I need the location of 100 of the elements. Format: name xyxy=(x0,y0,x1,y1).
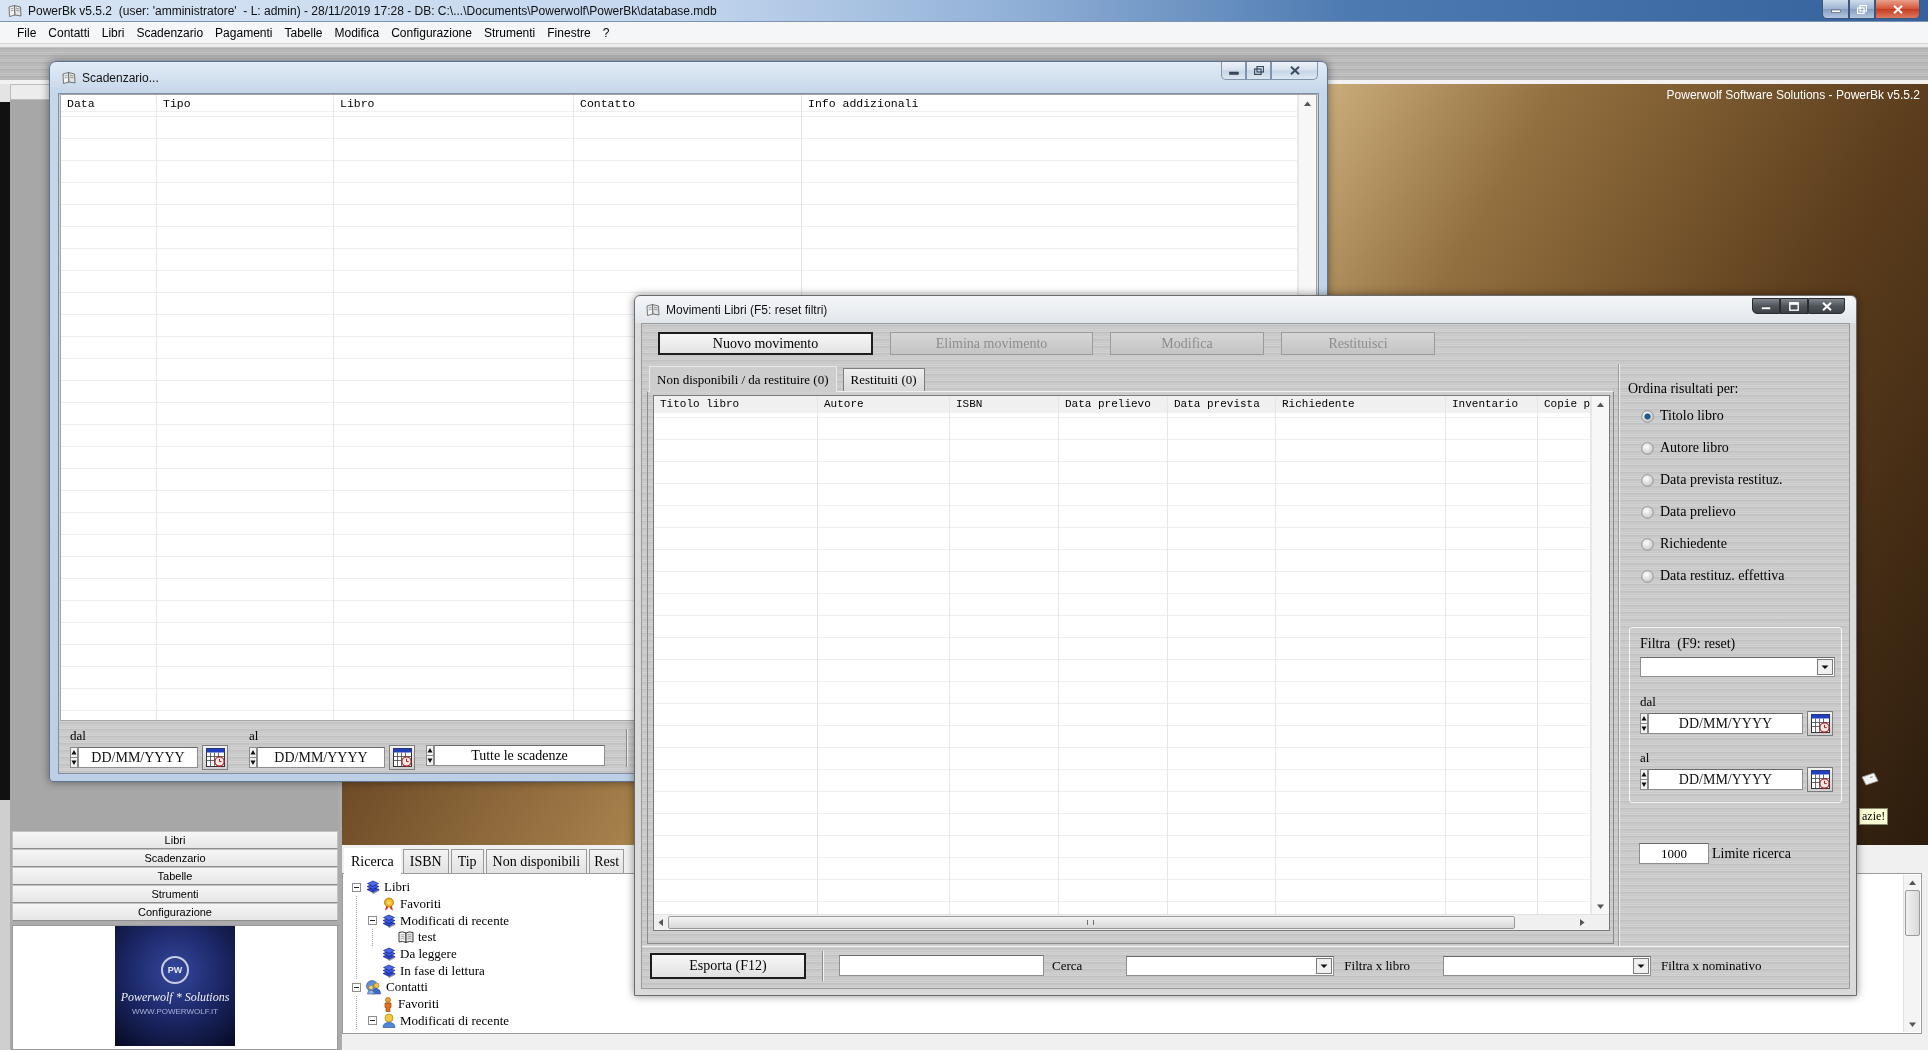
column-header[interactable]: Richiedente xyxy=(1276,396,1445,413)
collapse-icon[interactable] xyxy=(352,882,361,892)
field-label: al xyxy=(1640,751,1650,765)
date-field[interactable]: DD/MM/YYYY xyxy=(257,747,385,768)
sidebar-button[interactable]: Scadenzario xyxy=(12,849,338,867)
window-title: Scadenzario... xyxy=(82,70,159,85)
tree-item[interactable]: Favoriti xyxy=(400,896,442,913)
radio-icon[interactable] xyxy=(1641,409,1654,423)
radio-icon[interactable] xyxy=(1641,569,1654,583)
calendar-icon xyxy=(1810,770,1830,789)
field-label: Filtra x libro xyxy=(1344,957,1411,974)
books-icon xyxy=(366,880,380,895)
sidebar-button[interactable]: Strumenti xyxy=(12,885,338,903)
close-icon xyxy=(1821,301,1832,311)
column-header[interactable]: Inventario xyxy=(1446,396,1537,413)
menu-item[interactable]: Configurazione xyxy=(385,23,478,42)
collapse-icon[interactable] xyxy=(352,982,361,992)
window-title: PowerBk v5.5.2 (user: 'amministratore' - L: admin) - 28/11/2019 17:28 - DB: C:\...\Documents\Powerwolf\PowerBk\database.mdb xyxy=(28,3,717,18)
tree-item[interactable]: Da leggere xyxy=(400,946,457,963)
date-field[interactable]: DD/MM/YYYY xyxy=(78,747,198,768)
date-field[interactable]: DD/MM/YYYY xyxy=(1648,769,1803,790)
sidebar-button[interactable]: Libri xyxy=(12,831,338,849)
close-button[interactable] xyxy=(1808,298,1845,314)
tab[interactable]: Non disponibili / da restituire (0) xyxy=(649,366,837,392)
field-label: dal xyxy=(1640,695,1656,709)
spin-button[interactable] xyxy=(1640,769,1648,790)
tree-item[interactable]: Favoriti xyxy=(398,996,440,1013)
export-button[interactable]: Esporta (F12) xyxy=(650,952,806,979)
spin-button[interactable] xyxy=(249,747,257,768)
tab[interactable]: Tip xyxy=(450,849,484,873)
calendar-button[interactable] xyxy=(389,745,415,770)
menu-item[interactable]: Libri xyxy=(95,23,131,42)
calendar-button[interactable] xyxy=(1807,767,1833,792)
tree-item[interactable]: Libri xyxy=(384,879,410,896)
tree-item[interactable]: Modificati di recente xyxy=(400,1012,509,1029)
radio-option[interactable]: Data prelievo xyxy=(1620,496,1846,528)
collapse-icon[interactable] xyxy=(368,916,377,926)
radio-option[interactable]: Autore libro xyxy=(1620,432,1846,464)
column-header[interactable]: Copie p xyxy=(1538,396,1591,413)
sidebar-button[interactable]: Tabelle xyxy=(12,867,338,885)
limit-field[interactable]: 1000 xyxy=(1639,843,1709,864)
close-button[interactable] xyxy=(1875,0,1920,19)
menu-item[interactable]: Pagamenti xyxy=(209,23,279,42)
toolbar-button[interactable]: Nuovo movimento xyxy=(658,332,873,355)
menu-item[interactable]: Finestre xyxy=(541,23,597,42)
scroll-up-icon xyxy=(1907,879,1917,886)
filter-field[interactable]: Tutte le scadenze xyxy=(434,745,605,766)
minimize-button[interactable] xyxy=(1221,62,1246,80)
radio-option[interactable]: Titolo libro xyxy=(1620,400,1846,432)
minimize-button[interactable] xyxy=(1822,0,1849,19)
restore-button[interactable] xyxy=(1849,0,1875,19)
column-header[interactable]: ISBN xyxy=(950,396,1058,413)
tab[interactable]: Non disponibili xyxy=(485,849,588,873)
calendar-button[interactable] xyxy=(202,745,228,770)
radio-icon[interactable] xyxy=(1641,537,1654,551)
dropdown-field[interactable] xyxy=(1126,955,1335,976)
collapse-icon[interactable] xyxy=(368,1016,377,1026)
calendar-button[interactable] xyxy=(1807,711,1833,736)
tree-item[interactable]: Modificati di recente xyxy=(400,912,509,929)
tab[interactable]: ISBN xyxy=(402,849,449,873)
maximize-icon xyxy=(1789,301,1799,311)
menu-item[interactable]: Contatti xyxy=(42,23,96,42)
menu-item[interactable]: Scadenzario xyxy=(130,23,210,42)
books-icon xyxy=(382,947,396,962)
tab[interactable]: Restituiti (0) xyxy=(842,368,925,391)
dropdown-field[interactable] xyxy=(1640,657,1835,677)
search-field[interactable] xyxy=(839,955,1044,976)
menu-item[interactable]: Tabelle xyxy=(278,23,329,42)
column-header[interactable]: Data prelievo xyxy=(1059,396,1167,413)
menu-item[interactable]: File xyxy=(11,23,43,42)
radio-option[interactable]: Richiedente xyxy=(1620,528,1846,560)
maximize-button[interactable] xyxy=(1780,298,1808,314)
radio-icon[interactable] xyxy=(1641,505,1654,519)
tab[interactable]: Ricerca xyxy=(344,848,401,874)
date-field[interactable]: DD/MM/YYYY xyxy=(1648,713,1803,734)
menu-item[interactable]: Strumenti xyxy=(477,23,542,42)
scrollbar-thumb[interactable] xyxy=(1904,890,1920,936)
tree-item[interactable]: test xyxy=(418,929,437,946)
logo-name: Powerwolf * Solutions xyxy=(120,990,230,1005)
menu-item[interactable]: ? xyxy=(596,23,616,42)
tab[interactable]: Rest xyxy=(589,849,624,873)
tree-item[interactable]: Contatti xyxy=(386,979,428,996)
scrollbar-thumb[interactable] xyxy=(668,916,1515,929)
spin-button[interactable] xyxy=(426,745,434,766)
radio-option[interactable]: Data prevista restituz. xyxy=(1620,464,1846,496)
close-button[interactable] xyxy=(1271,62,1318,80)
column-header[interactable]: Titolo libro xyxy=(654,396,817,413)
spin-button[interactable] xyxy=(1640,713,1648,734)
spin-button[interactable] xyxy=(70,747,78,768)
menu-item[interactable]: Modifica xyxy=(328,23,386,42)
dropdown-field[interactable] xyxy=(1443,955,1652,976)
radio-icon[interactable] xyxy=(1641,441,1654,455)
restore-button[interactable] xyxy=(1246,62,1271,80)
tree-item[interactable]: In fase di lettura xyxy=(400,962,485,979)
sidebar-button[interactable]: Configurazione xyxy=(12,903,338,921)
minimize-button[interactable] xyxy=(1752,298,1780,314)
column-header[interactable]: Autore xyxy=(818,396,949,413)
radio-option[interactable]: Data restituz. effettiva xyxy=(1620,560,1846,592)
column-header[interactable]: Data prevista xyxy=(1168,396,1275,413)
radio-icon[interactable] xyxy=(1641,473,1654,487)
